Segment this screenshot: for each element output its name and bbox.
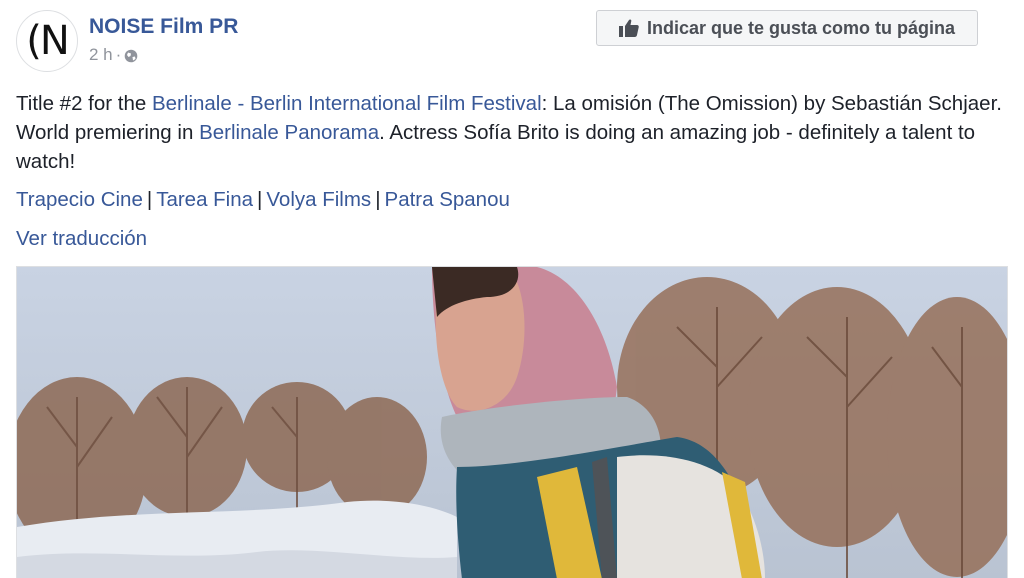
panorama-link[interactable]: Berlinale Panorama xyxy=(199,121,379,144)
like-page-label: Indicar que te gusta como tu página xyxy=(646,17,956,38)
film-still-illustration xyxy=(17,267,1007,578)
thumbs-up-icon xyxy=(618,19,639,37)
credit-separator: | xyxy=(375,188,381,211)
credits-line: Trapecio Cine | Tarea Fina | Volya Films | Pat… xyxy=(16,185,510,214)
credit-separator: | xyxy=(146,188,153,211)
credit-link[interactable]: Tarea Fina xyxy=(156,188,253,211)
credit-link[interactable]: Volya Films xyxy=(266,188,371,211)
meta-separator: · xyxy=(115,45,122,64)
globe-icon[interactable] xyxy=(124,48,138,63)
page-avatar[interactable]: (N xyxy=(16,10,78,72)
post-timestamp[interactable]: 2 h xyxy=(89,45,113,65)
post-meta: 2 h · xyxy=(89,45,138,65)
post-text-part: Title #2 for the xyxy=(16,92,152,115)
see-translation-link[interactable]: Ver traducción xyxy=(16,224,147,253)
credit-separator: | xyxy=(257,188,263,211)
post-header: (N NOISE Film PR 2 h · Indicar que te gu… xyxy=(16,10,1008,72)
page-name-link[interactable]: NOISE Film PR xyxy=(89,15,238,39)
post-body: Title #2 for the Berlinale - Berlin Inte… xyxy=(16,89,1012,176)
like-page-button[interactable]: Indicar que te gusta como tu página xyxy=(596,10,978,46)
credit-link[interactable]: Trapecio Cine xyxy=(16,188,143,211)
festival-link[interactable]: Berlinale - Berlin International Film Fe… xyxy=(152,92,542,115)
credit-link[interactable]: Patra Spanou xyxy=(385,188,510,211)
post-photo[interactable] xyxy=(16,266,1008,578)
